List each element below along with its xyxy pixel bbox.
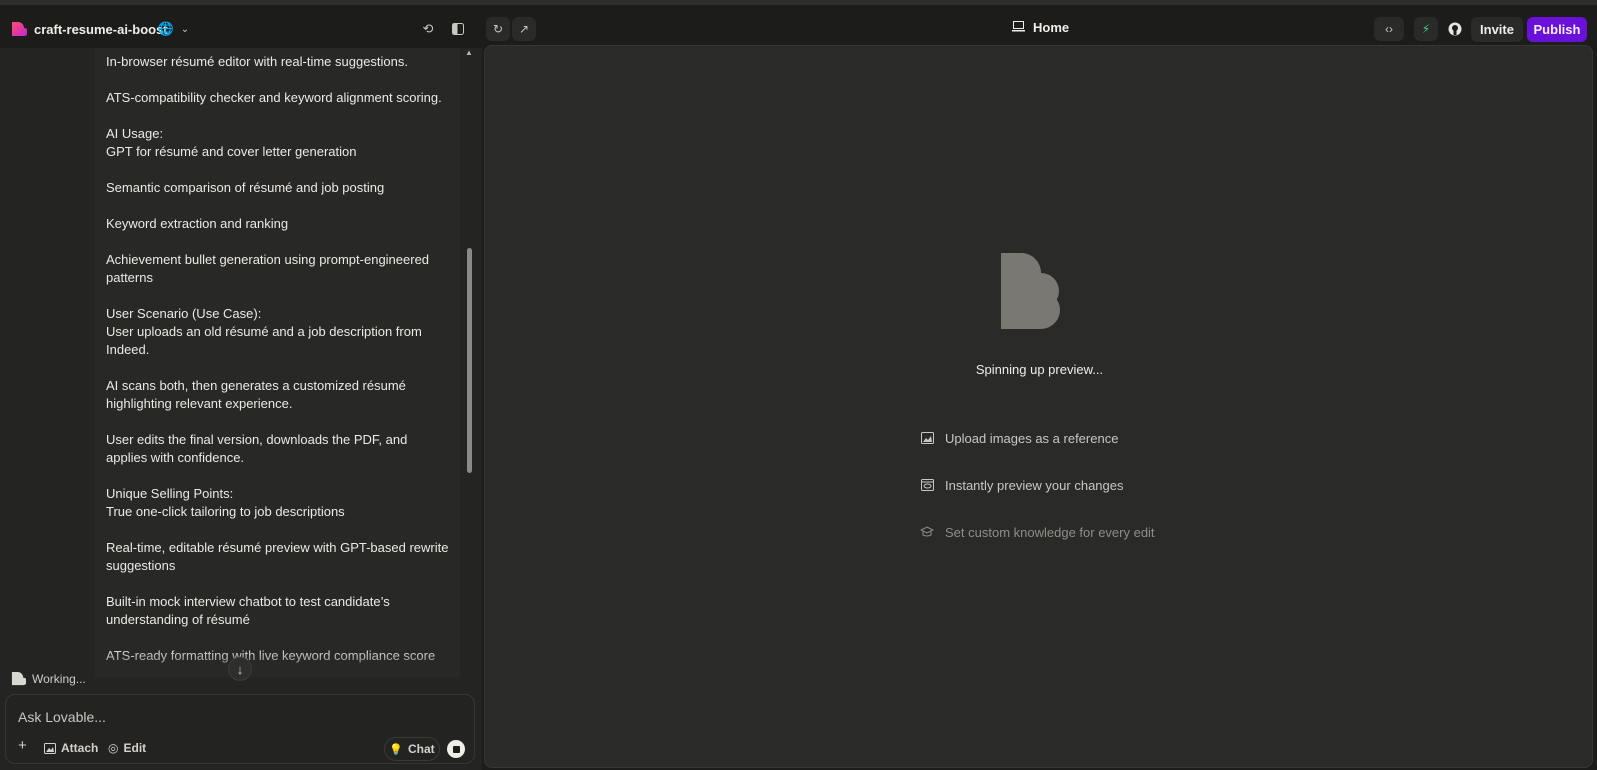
laptop-icon <box>1012 20 1025 35</box>
chat-paragraph: Keyword extraction and ranking <box>106 216 289 231</box>
publish-button[interactable]: Publish <box>1527 17 1587 42</box>
tip-item: Set custom knowledge for every edit <box>920 522 1155 542</box>
external-link-icon[interactable]: ↗ <box>512 17 536 41</box>
chat-paragraph: Semantic comparison of résumé and job po… <box>106 180 385 195</box>
chat-mode-label: Chat <box>408 742 435 756</box>
refresh-icon[interactable]: ↻ <box>486 17 510 41</box>
lovable-placeholder-icon <box>1001 253 1060 329</box>
scroll-up-icon[interactable]: ▲ <box>465 48 473 57</box>
invite-button[interactable]: Invite <box>1471 17 1523 42</box>
chat-paragraph: Unique Selling Points: True one-click ta… <box>106 486 345 519</box>
history-icon[interactable]: ⟲ <box>417 18 439 40</box>
chat-paragraph: AI scans both, then generates a customiz… <box>106 378 406 411</box>
chat-paragraph: AI Usage: GPT for résumé and cover lette… <box>106 126 357 159</box>
chat-paragraph: ATS-compatibility checker and keyword al… <box>106 90 442 105</box>
image-icon <box>44 742 56 754</box>
eye-icon <box>920 478 934 492</box>
chevron-down-icon[interactable]: ⌄ <box>174 18 196 40</box>
top-bar: craft-resume-ai-boost 🌐 ⌄ ⟲ ↻ ↗ Home ‹› … <box>0 0 1597 48</box>
working-label: Working... <box>32 671 86 686</box>
preview-status: Spinning up preview... <box>975 362 1104 377</box>
chat-message-text: In-browser résumé editor with real-time … <box>106 53 451 678</box>
route-label: Home <box>1033 20 1070 35</box>
chat-paragraph: Built-in mock interview chatbot to test … <box>106 594 390 627</box>
chat-fade <box>95 648 460 678</box>
stop-button[interactable] <box>447 740 465 758</box>
route-selector[interactable]: Home <box>1012 20 1069 35</box>
target-icon: ◎ <box>108 741 119 755</box>
tips-list: Upload images as a reference Instantly p… <box>920 428 1155 569</box>
tip-label: Upload images as a reference <box>945 430 1119 446</box>
tip-item: Instantly preview your changes <box>920 475 1155 495</box>
tip-label: Set custom knowledge for every edit <box>945 524 1155 540</box>
github-icon[interactable] <box>1444 18 1466 40</box>
chat-paragraph: User edits the final version, downloads … <box>106 432 408 465</box>
edit-button[interactable]: ◎ Edit <box>108 741 146 755</box>
chat-input[interactable] <box>18 709 458 729</box>
chat-paragraph: In-browser résumé editor with real-time … <box>106 54 409 69</box>
chat-paragraph: Achievement bullet generation using prom… <box>106 252 430 285</box>
chat-input-box: + Attach ◎ Edit 💡 Chat <box>5 694 475 764</box>
stop-icon <box>452 745 460 753</box>
chat-paragraph: Real-time, editable résumé preview with … <box>106 540 449 573</box>
tip-label: Instantly preview your changes <box>945 477 1124 493</box>
preview-panel: Spinning up preview... Upload images as … <box>484 45 1593 768</box>
chat-mode-button[interactable]: 💡 Chat <box>384 737 440 761</box>
supabase-icon[interactable]: ⚡ <box>1414 17 1438 41</box>
chat-panel: In-browser résumé editor with real-time … <box>0 48 482 770</box>
image-icon <box>920 431 934 445</box>
lovable-mini-icon <box>11 671 26 686</box>
lightbulb-icon: 💡 <box>389 743 404 756</box>
scrollbar[interactable] <box>467 248 472 473</box>
project-name[interactable]: craft-resume-ai-boost <box>34 22 168 37</box>
arrow-down-icon[interactable]: ↓ <box>228 657 252 681</box>
tip-item: Upload images as a reference <box>920 428 1155 448</box>
chat-paragraph: User Scenario (Use Case): User uploads a… <box>106 306 422 357</box>
attach-label: Attach <box>61 741 99 755</box>
lovable-logo-icon[interactable] <box>11 21 27 37</box>
plus-icon[interactable]: + <box>18 737 27 754</box>
attach-button[interactable]: Attach <box>44 741 98 755</box>
edit-label: Edit <box>123 741 147 755</box>
code-icon[interactable]: ‹› <box>1374 17 1404 41</box>
sidebar-toggle-icon[interactable] <box>447 18 469 40</box>
working-status: Working... <box>11 671 86 686</box>
chat-message[interactable]: In-browser résumé editor with real-time … <box>95 48 460 678</box>
graduation-cap-icon <box>920 525 934 539</box>
